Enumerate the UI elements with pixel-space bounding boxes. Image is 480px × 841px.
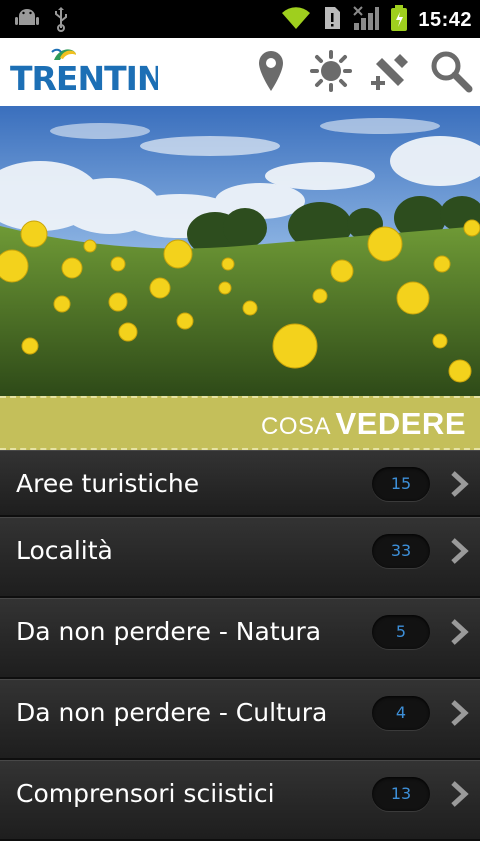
battery-icon: [390, 4, 408, 36]
list-item-label: Comprensori sciistici: [16, 779, 275, 808]
hero-image-meadow: [0, 106, 480, 396]
chevron-right-icon: [448, 470, 470, 498]
svg-text:TRENTINO: TRENTINO: [10, 59, 158, 98]
section-title: COSA VEDERE: [261, 406, 466, 442]
list-item-label: Da non perdere - Cultura: [16, 698, 328, 727]
sim-alert-icon: [322, 6, 342, 34]
android-debug-icon: [14, 6, 40, 36]
chevron-right-icon: [448, 780, 470, 808]
list-item-label: Aree turistiche: [16, 469, 200, 498]
count-badge: 13: [372, 777, 430, 811]
list-item-label: Da non perdere - Natura: [16, 617, 322, 646]
section-title-prefix: COSA: [261, 413, 332, 440]
chevron-right-icon: [448, 618, 470, 646]
chevron-right-icon: [448, 699, 470, 727]
weather-sun-icon[interactable]: [308, 48, 354, 94]
status-bar: 15:42: [0, 0, 480, 38]
count-badge: 4: [372, 696, 430, 730]
wifi-icon: [280, 5, 312, 35]
section-title-main: VEDERE: [335, 406, 466, 441]
usb-icon: [52, 6, 70, 36]
section-banner: COSA VEDERE: [0, 396, 480, 450]
count-badge: 5: [372, 615, 430, 649]
app-header: TRENTINO: [0, 38, 480, 106]
list-item[interactable]: Da non perdere - Natura 5: [0, 598, 480, 679]
location-pin-icon[interactable]: [248, 48, 294, 94]
list-item-label: Località: [16, 536, 113, 565]
search-icon[interactable]: [428, 48, 474, 94]
chevron-right-icon: [448, 537, 470, 565]
trentino-logo[interactable]: TRENTINO: [8, 44, 192, 98]
favorites-add-icon[interactable]: [368, 48, 414, 94]
count-badge: 15: [372, 467, 430, 501]
list-item[interactable]: Località 33: [0, 517, 480, 598]
list-item[interactable]: Comprensori sciistici 13: [0, 760, 480, 841]
clock: 15:42: [418, 8, 472, 31]
category-list: Aree turistiche 15 Località 33 Da non pe…: [0, 450, 480, 841]
list-item[interactable]: Da non perdere - Cultura 4: [0, 679, 480, 760]
signal-icon: [352, 5, 380, 35]
count-badge: 33: [372, 534, 430, 568]
list-item[interactable]: Aree turistiche 15: [0, 450, 480, 517]
